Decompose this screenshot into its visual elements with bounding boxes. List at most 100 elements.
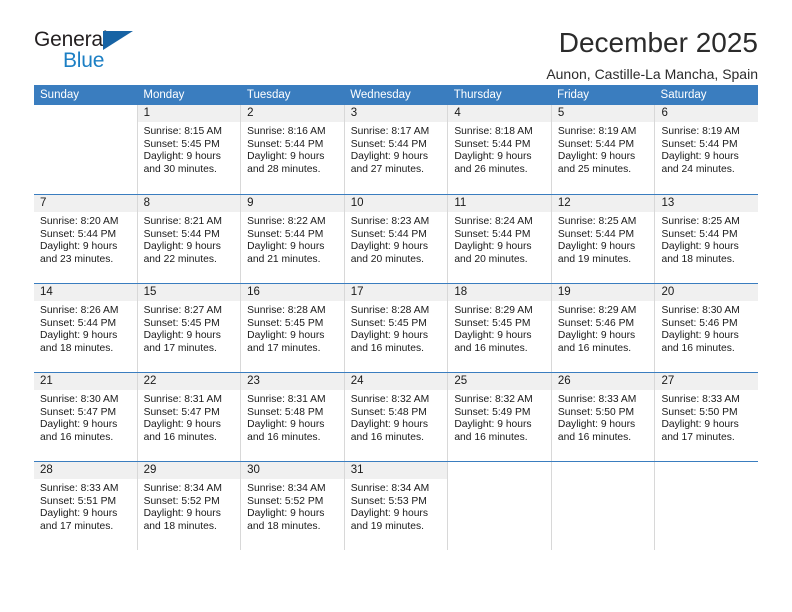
calendar-day-cell[interactable]: 30 Sunrise: 8:34 AM Sunset: 5:52 PM Dayligh… <box>241 462 345 550</box>
calendar-day-cell[interactable]: 9 Sunrise: 8:22 AM Sunset: 5:44 PM Daylight… <box>241 195 345 283</box>
calendar-day-cell[interactable]: 10 Sunrise: 8:23 AM Sunset: 5:44 PM Dayligh… <box>344 195 449 283</box>
header-titles: December 2025 Aunon, Castille-La Mancha,… <box>546 28 758 83</box>
calendar-day-cell[interactable]: 7 Sunrise: 8:20 AM Sunset: 5:44 PM Daylight… <box>34 195 138 283</box>
daylight-text-line2: and 17 minutes. <box>143 342 217 354</box>
calendar-day-cell[interactable]: 21 Sunrise: 8:30 AM Sunset: 5:47 PM Dayligh… <box>34 373 138 461</box>
day-number: 9 <box>241 195 344 212</box>
calendar-day-cell[interactable]: 16 Sunrise: 8:28 AM Sunset: 5:45 PM Dayligh… <box>241 284 345 372</box>
calendar-day-cell[interactable]: 18 Sunrise: 8:29 AM Sunset: 5:45 PM Dayligh… <box>448 284 552 372</box>
daylight-text-line1: Daylight: 9 hours <box>350 151 429 163</box>
daylight-text-line2: and 17 minutes. <box>247 342 321 354</box>
calendar-day-cell[interactable]: 12 Sunrise: 8:25 AM Sunset: 5:44 PM Dayligh… <box>551 195 656 283</box>
day-details: Sunrise: 8:16 AM Sunset: 5:44 PM Daylight:… <box>241 122 344 176</box>
weekday-saturday: Saturday <box>660 89 707 101</box>
calendar-week-row: 1 Sunrise: 8:15 AM Sunset: 5:45 PM Daylight… <box>34 105 759 194</box>
day-details: Sunrise: 8:15 AM Sunset: 5:45 PM Daylight:… <box>138 122 241 176</box>
day-number: 10 <box>344 195 448 212</box>
calendar-day-cell[interactable]: 28 Sunrise: 8:33 AM Sunset: 5:51 PM Dayligh… <box>34 462 138 550</box>
daylight-text-line2: and 28 minutes. <box>247 163 321 175</box>
day-number: 24 <box>344 373 448 390</box>
daylight-text-line2: and 18 minutes. <box>247 520 321 532</box>
daylight-text-line2: and 19 minutes. <box>350 520 425 532</box>
daylight-text-line2: and 26 minutes. <box>454 163 528 175</box>
sunset-text: Sunset: 5:45 PM <box>247 317 324 329</box>
sunset-text: Sunset: 5:44 PM <box>454 138 531 150</box>
calendar-day-cell[interactable]: 15 Sunrise: 8:27 AM Sunset: 5:45 PM Dayligh… <box>137 284 242 372</box>
calendar-day-cell-empty <box>34 105 138 194</box>
calendar-day-cell[interactable]: 2 Sunrise: 8:16 AM Sunset: 5:44 PM Daylight… <box>241 105 345 194</box>
calendar-day-cell-empty <box>655 462 759 550</box>
calendar-day-cell[interactable]: 27 Sunrise: 8:33 AM Sunset: 5:50 PM Dayligh… <box>655 373 759 461</box>
sunset-text: Sunset: 5:48 PM <box>350 406 427 418</box>
daylight-text-line1: Daylight: 9 hours <box>454 241 532 253</box>
daylight-text-line1: Daylight: 9 hours <box>661 330 739 342</box>
daylight-text-line1: Daylight: 9 hours <box>454 151 532 163</box>
daylight-text-line2: and 20 minutes. <box>454 253 528 265</box>
calendar-page: General Blue December 2025 Aunon, Castil… <box>0 0 792 612</box>
calendar-day-cell[interactable]: 19 Sunrise: 8:29 AM Sunset: 5:46 PM Dayligh… <box>551 284 656 372</box>
day-details: Sunrise: 8:26 AM Sunset: 5:44 PM Daylight:… <box>34 301 137 355</box>
daylight-text-line1: Daylight: 9 hours <box>557 151 636 163</box>
calendar-day-cell[interactable]: 11 Sunrise: 8:24 AM Sunset: 5:44 PM Dayligh… <box>448 195 552 283</box>
day-details: Sunrise: 8:33 AM Sunset: 5:50 PM Daylight:… <box>655 390 758 444</box>
sunset-text: Sunset: 5:44 PM <box>661 228 738 240</box>
sunrise-text: Sunrise: 8:16 AM <box>247 126 326 137</box>
day-number: 19 <box>551 284 655 301</box>
daylight-text-line2: and 16 minutes. <box>557 342 632 354</box>
sunrise-text: Sunrise: 8:32 AM <box>454 394 533 405</box>
calendar-day-cell[interactable]: 3 Sunrise: 8:17 AM Sunset: 5:44 PM Daylight… <box>344 105 449 194</box>
daylight-text-line2: and 18 minutes. <box>143 520 217 532</box>
day-number: 25 <box>448 373 551 390</box>
sunrise-text: Sunrise: 8:25 AM <box>557 216 637 227</box>
sunrise-text: Sunrise: 8:31 AM <box>247 394 326 405</box>
sunrise-text: Sunrise: 8:29 AM <box>454 305 533 316</box>
calendar-day-cell[interactable]: 8 Sunrise: 8:21 AM Sunset: 5:44 PM Daylight… <box>137 195 242 283</box>
sunrise-text: Sunrise: 8:34 AM <box>350 483 430 494</box>
day-details: Sunrise: 8:30 AM Sunset: 5:47 PM Daylight:… <box>34 390 137 444</box>
daylight-text-line2: and 20 minutes. <box>350 253 425 265</box>
calendar-day-cell[interactable]: 17 Sunrise: 8:28 AM Sunset: 5:45 PM Dayligh… <box>344 284 449 372</box>
daylight-text-line2: and 21 minutes. <box>247 253 321 265</box>
calendar-day-cell[interactable]: 14 Sunrise: 8:26 AM Sunset: 5:44 PM Dayligh… <box>34 284 138 372</box>
sunrise-text: Sunrise: 8:20 AM <box>40 216 119 227</box>
calendar-day-cell[interactable]: 31 Sunrise: 8:34 AM Sunset: 5:53 PM Dayligh… <box>344 462 449 550</box>
weekday-monday: Monday <box>143 89 185 101</box>
day-number: 7 <box>34 195 137 212</box>
calendar-day-cell[interactable]: 25 Sunrise: 8:32 AM Sunset: 5:49 PM Dayligh… <box>448 373 552 461</box>
calendar-day-cell-empty <box>551 462 656 550</box>
daylight-text-line2: and 16 minutes. <box>661 342 735 354</box>
daylight-text-line2: and 27 minutes. <box>350 163 425 175</box>
brand-name-blue: Blue <box>63 49 105 72</box>
sunrise-text: Sunrise: 8:19 AM <box>661 126 740 137</box>
sunset-text: Sunset: 5:45 PM <box>454 317 531 329</box>
calendar-day-cell[interactable]: 24 Sunrise: 8:32 AM Sunset: 5:48 PM Dayligh… <box>344 373 449 461</box>
calendar-day-cell[interactable]: 4 Sunrise: 8:18 AM Sunset: 5:44 PM Daylight… <box>448 105 552 194</box>
weekday-tuesday: Tuesday <box>246 89 291 101</box>
calendar-day-cell[interactable]: 29 Sunrise: 8:34 AM Sunset: 5:52 PM Dayligh… <box>137 462 242 550</box>
brand-logo[interactable]: General Blue <box>34 28 154 78</box>
calendar-day-cell[interactable]: 6 Sunrise: 8:19 AM Sunset: 5:44 PM Daylight… <box>655 105 759 194</box>
day-details: Sunrise: 8:18 AM Sunset: 5:44 PM Daylight:… <box>448 122 551 176</box>
calendar-day-cell[interactable]: 23 Sunrise: 8:31 AM Sunset: 5:48 PM Dayligh… <box>241 373 345 461</box>
calendar-day-cell[interactable]: 26 Sunrise: 8:33 AM Sunset: 5:50 PM Dayligh… <box>551 373 656 461</box>
daylight-text-line1: Daylight: 9 hours <box>247 241 325 253</box>
calendar-day-cell[interactable]: 20 Sunrise: 8:30 AM Sunset: 5:46 PM Dayligh… <box>655 284 759 372</box>
daylight-text-line1: Daylight: 9 hours <box>350 419 429 431</box>
calendar-day-cell[interactable]: 13 Sunrise: 8:25 AM Sunset: 5:44 PM Dayligh… <box>655 195 759 283</box>
daylight-text-line1: Daylight: 9 hours <box>40 508 118 520</box>
weekday-wednesday: Wednesday <box>350 89 411 101</box>
daylight-text-line1: Daylight: 9 hours <box>40 330 118 342</box>
daylight-text-line1: Daylight: 9 hours <box>350 330 429 342</box>
day-details: Sunrise: 8:29 AM Sunset: 5:46 PM Daylight:… <box>552 301 655 355</box>
daylight-text-line2: and 16 minutes. <box>143 431 217 443</box>
day-number: 16 <box>241 284 344 301</box>
day-details: Sunrise: 8:33 AM Sunset: 5:50 PM Daylight:… <box>552 390 655 444</box>
daylight-text-line2: and 17 minutes. <box>40 520 114 532</box>
location-subtitle: Aunon, Castille-La Mancha, Spain <box>546 66 758 83</box>
calendar-day-cell[interactable]: 5 Sunrise: 8:19 AM Sunset: 5:44 PM Daylight… <box>551 105 656 194</box>
day-number: 27 <box>655 373 759 390</box>
calendar-day-cell[interactable]: 1 Sunrise: 8:15 AM Sunset: 5:45 PM Daylight… <box>137 105 242 194</box>
calendar-day-cell[interactable]: 22 Sunrise: 8:31 AM Sunset: 5:47 PM Dayligh… <box>137 373 242 461</box>
daylight-text-line1: Daylight: 9 hours <box>40 419 118 431</box>
sunset-text: Sunset: 5:44 PM <box>247 228 324 240</box>
